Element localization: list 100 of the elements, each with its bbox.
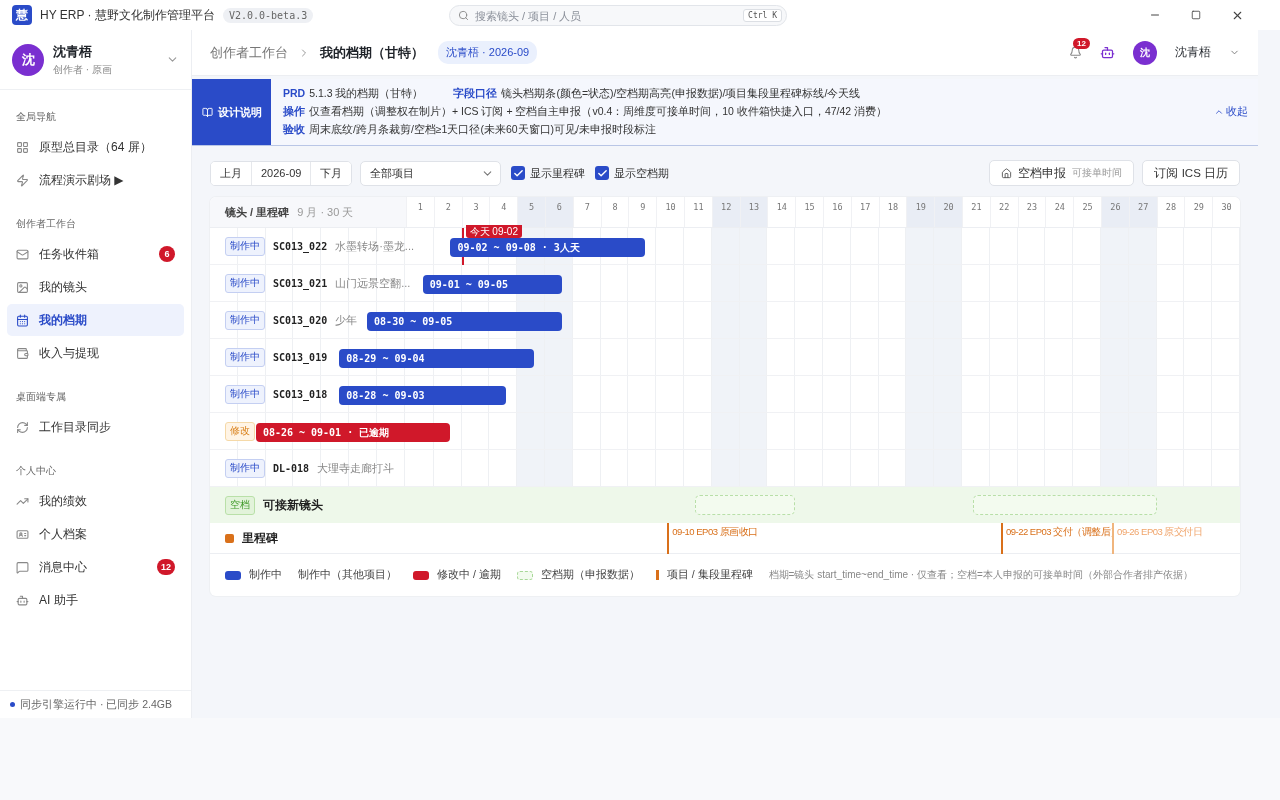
- nav-item[interactable]: AI 助手: [7, 584, 184, 616]
- schedule-bar[interactable]: 08-29 ~ 09-04: [339, 349, 534, 368]
- nav-label: 收入与提现: [39, 344, 99, 362]
- section-title: 桌面端专属: [15, 390, 67, 404]
- nav-label: 流程演示剧场 ▶: [39, 171, 124, 189]
- status-chip: 制作中: [225, 310, 265, 330]
- schedule-bar[interactable]: 08-28 ~ 09-03: [339, 386, 507, 405]
- day-header: 19: [906, 197, 935, 227]
- day-header: 12: [711, 197, 740, 227]
- schedule-bar[interactable]: 08-26 ~ 09-01 · 已逾期: [255, 423, 451, 442]
- version-badge: V2.0.0-beta.3: [222, 7, 314, 23]
- context-tag: 沈青梧 · 2026-09: [438, 41, 538, 64]
- day-header: 13: [739, 197, 768, 227]
- day-header: 26: [1101, 197, 1129, 227]
- legend-note: 档期=镜头 start_time~end_time · 仅查看；空档=本人申报的可接单时间（外部合作者排产依据）: [768, 568, 1193, 582]
- shot-code: SC013_020: [273, 314, 328, 326]
- ics-subscribe-button[interactable]: 订阅 ICS 日历: [1142, 160, 1240, 186]
- day-header: 20: [934, 197, 962, 227]
- today-label: 今天 09-02: [465, 225, 522, 238]
- house-icon: [1001, 167, 1013, 179]
- day-header: 5: [517, 197, 545, 227]
- nav-item[interactable]: 我的档期: [7, 304, 184, 336]
- nav-label: 个人档案: [39, 525, 87, 543]
- note-label: PRD: [283, 87, 306, 101]
- id-card-icon: [16, 527, 29, 541]
- shot-code: SC013_022: [273, 240, 328, 252]
- shot-title: 大理寺走廊打斗: [317, 460, 395, 476]
- milestone: 09-10 EP03 原画收口: [667, 523, 758, 554]
- nav-label: 工作目录同步: [39, 418, 111, 436]
- nav-item[interactable]: 我的镜头: [7, 271, 184, 303]
- count-badge: 6: [159, 246, 175, 262]
- section-title: 创作者工作台: [15, 217, 77, 231]
- check-icon: [596, 167, 608, 179]
- user-avatar: 沈: [12, 43, 44, 76]
- nav-label: 我的绩效: [39, 492, 87, 510]
- legend-label: 空档期（申报数据）: [540, 568, 640, 582]
- status-chip: 修改: [225, 421, 255, 441]
- project-select[interactable]: 全部项目: [360, 160, 502, 186]
- schedule-bar[interactable]: 09-01 ~ 09-05: [422, 275, 562, 294]
- status-chip: 制作中: [225, 273, 265, 293]
- legend-swatch: [516, 570, 533, 580]
- nav-item[interactable]: 消息中心 12: [7, 551, 184, 583]
- book-icon: [201, 106, 213, 118]
- checkbox[interactable]: [511, 166, 526, 180]
- search-input[interactable]: 搜索镜头 / 项目 / 人员: [475, 9, 738, 22]
- note-text: 5.1.3 我的档期（甘特）: [309, 87, 424, 101]
- nav-item[interactable]: 收入与提现: [7, 337, 184, 369]
- user-name[interactable]: 沈青梧: [1175, 44, 1211, 61]
- note-text: 镜头档期条(颜色=状态)/空档期高亮(申报数据)/项目集段里程碑标线/今天线: [501, 87, 861, 101]
- maximize-icon[interactable]: [1191, 10, 1201, 20]
- app-name: HY ERP · 慧野文化制作管理平台: [40, 6, 215, 24]
- checkbox[interactable]: [595, 166, 610, 180]
- chevron-up-icon: [1214, 107, 1224, 117]
- nav-item[interactable]: 个人档案: [7, 518, 184, 550]
- day-header: 27: [1128, 197, 1157, 227]
- nav-item[interactable]: 任务收件箱 6: [7, 238, 184, 270]
- nav-item[interactable]: 我的绩效: [7, 485, 184, 517]
- user-avatar[interactable]: 沈: [1133, 40, 1157, 65]
- shot-title: 山门远景空翻...: [335, 275, 411, 291]
- free-tag: 空档: [225, 495, 255, 515]
- nav-label: 原型总目录（64 屏）: [39, 138, 152, 156]
- schedule-bar[interactable]: 09-02 ~ 09-08 · 3人天: [450, 238, 646, 257]
- robot-icon: [16, 593, 29, 607]
- status-chip: 制作中: [225, 347, 265, 367]
- status-chip: 制作中: [225, 384, 265, 404]
- image-icon: [16, 280, 29, 294]
- count-badge: 12: [157, 559, 175, 575]
- nav-label: 任务收件箱: [39, 245, 99, 263]
- user-role: 创作者 · 原画: [53, 62, 112, 77]
- day-header: 6: [545, 197, 573, 227]
- nav-item[interactable]: 原型总目录（64 屏）: [7, 131, 184, 163]
- envelope-icon: [16, 247, 29, 261]
- status-chip: 制作中: [225, 236, 265, 256]
- status-chip: 制作中: [225, 458, 265, 478]
- shot-title: 少年: [335, 312, 358, 328]
- note-text: 仅查看档期（调整权在制片）+ ICS 订阅 + 空档自主申报（v0.4：周维度可接单时间，10 收件箱快捷入口，47/42 消费）: [309, 105, 888, 119]
- prev-month-button[interactable]: 上月: [211, 161, 252, 185]
- row-label: 可接新镜头: [263, 497, 323, 513]
- lightning-icon: [16, 173, 29, 187]
- nav-item[interactable]: 流程演示剧场 ▶: [7, 164, 184, 196]
- user-name: 沈青梧: [53, 42, 93, 61]
- search-field[interactable]: 搜索镜头 / 项目 / 人员 Ctrl K: [449, 5, 787, 26]
- shot-code: SC013_018: [273, 388, 328, 400]
- bell-icon[interactable]: [1069, 46, 1082, 59]
- robot-icon[interactable]: [1100, 45, 1115, 60]
- status-dot: [10, 702, 15, 707]
- month-summary: 9 月 · 30 天: [297, 204, 354, 220]
- collapse-link[interactable]: 收起: [1214, 105, 1248, 119]
- note-label: 字段口径: [453, 87, 498, 101]
- day-header: 30: [1212, 197, 1240, 227]
- check-icon: [512, 167, 524, 179]
- nav-item[interactable]: 工作目录同步: [7, 411, 184, 443]
- chat-icon: [16, 560, 29, 574]
- schedule-bar[interactable]: 08-30 ~ 09-05: [367, 312, 562, 331]
- legend-swatch: [413, 570, 429, 580]
- breadcrumb-item[interactable]: 创作者工作台: [210, 43, 288, 62]
- free-slot-report-button[interactable]: 空档申报 可接单时间: [989, 160, 1135, 186]
- checkbox-label: 显示空档期: [614, 165, 670, 181]
- note-label: 验收: [283, 123, 305, 137]
- note-label: 操作: [283, 105, 305, 119]
